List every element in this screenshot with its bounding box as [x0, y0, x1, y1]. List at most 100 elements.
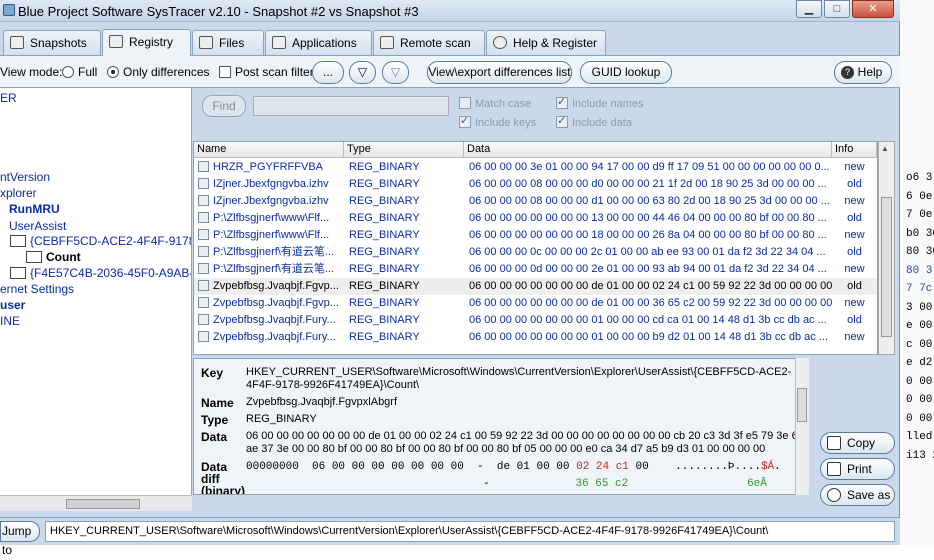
find-input[interactable] [253, 96, 449, 116]
tree-node[interactable]: {CEBFF5CD-ACE2-4F4F-9178-99 [10, 234, 191, 248]
table-row[interactable]: HRZR_PGYFRFFVBA REG_BINARY 06 00 00 00 3e … [194, 159, 877, 176]
column-type[interactable]: Type [344, 142, 464, 158]
table-row[interactable]: Zvpebfbsg.Jvaqbjf.Fgvp... REG_BINARY 06 00… [194, 278, 877, 295]
detail-vertical-scrollbar[interactable] [795, 358, 809, 495]
table-vertical-scrollbar[interactable]: ▲ [878, 141, 895, 355]
minimize-button[interactable]: ▁ [796, 0, 822, 18]
copy-icon [827, 436, 841, 450]
tree-node[interactable]: UserAssist [9, 219, 66, 233]
background-text-line: b0 30. [906, 227, 934, 240]
include-keys-checkbox[interactable] [459, 114, 471, 128]
background-text-line: 0 00 0 [906, 394, 934, 406]
include-keys-option[interactable]: Include keys [459, 114, 536, 129]
cell-data: 06 00 00 00 00 00 00 00 de 01 00 00 02 2… [469, 280, 832, 292]
tree-node[interactable]: ernet Settings [0, 282, 74, 296]
background-text-line: lled [906, 431, 933, 443]
table-row[interactable]: Zvpebfbsg.Jvaqbjf.Fgvp... REG_BINARY 06 00… [194, 295, 877, 312]
cell-name: IZjner.Jbexfgngvba.izhv [194, 193, 344, 210]
tree-node[interactable]: user [0, 298, 25, 312]
cell-type: REG_BINARY [349, 297, 420, 309]
view-mode-only-differences[interactable]: Only differences [107, 56, 210, 88]
tab-help-register[interactable]: Help & Register [486, 30, 606, 55]
folder-icon [10, 267, 26, 279]
tab-files[interactable]: Files [192, 30, 264, 55]
save-as-button[interactable]: Save as [820, 484, 895, 506]
cell-type: REG_BINARY [349, 246, 420, 258]
copy-button[interactable]: Copy [820, 432, 895, 454]
jump-to-button[interactable]: Jump to [0, 521, 40, 557]
include-data-checkbox[interactable] [556, 114, 568, 128]
include-data-option[interactable]: Include data [556, 114, 632, 129]
table-row[interactable]: P:\Zlfbsgjnerf\www\Flf... REG_BINARY 06 00… [194, 227, 877, 244]
tree-node[interactable]: ntVersion [0, 170, 50, 184]
view-mode-full[interactable]: Full [62, 56, 97, 88]
registry-value-icon [198, 195, 209, 206]
guid-lookup-button[interactable]: GUID lookup [580, 61, 672, 84]
print-button[interactable]: Print [820, 458, 895, 480]
registry-values-table: Name Type Data Info HRZR_PGYFRFFVBA REG_B… [193, 141, 878, 355]
help-button[interactable]: ? Help [834, 61, 892, 84]
detail-scroll-thumb[interactable] [797, 388, 807, 422]
tree-node[interactable]: INE [0, 314, 20, 328]
data-label: Data [201, 430, 228, 444]
post-scan-filter-checkbox[interactable] [219, 66, 231, 78]
table-row[interactable]: IZjner.Jbexfgngvba.izhv REG_BINARY 06 00 0… [194, 176, 877, 193]
include-names-checkbox[interactable] [556, 95, 568, 109]
tree-scroll-thumb[interactable] [66, 499, 140, 509]
include-names-option[interactable]: Include names [556, 95, 644, 110]
registry-tree[interactable]: ER ntVersion xplorer RunMRU UserAssist {CEBFF… [0, 88, 192, 495]
column-info[interactable]: Info [832, 142, 877, 158]
find-button[interactable]: Find [202, 95, 246, 117]
background-text-line: 6 0e 0 [906, 190, 934, 203]
background-text-line: 7 0e 0 [906, 209, 934, 221]
cell-name: Zvpebfbsg.Jvaqbjf.Fury... [194, 329, 344, 346]
table-row[interactable]: P:\Zlfbsgjnerf\www\Flf... REG_BINARY 06 00… [194, 210, 877, 227]
table-row[interactable]: IZjner.Jbexfgngvba.izhv REG_BINARY 06 00 0… [194, 193, 877, 210]
status-bar: Jump to HKEY_CURRENT_USER\Software\Micro… [0, 517, 900, 557]
table-row[interactable]: P:\Zlfbsgjnerf\有道云笔... REG_BINARY 06 00 00… [194, 244, 877, 261]
tree-node-label: INE [0, 314, 21, 328]
table-row[interactable]: P:\Zlfbsgjnerf\有道云笔... REG_BINARY 06 00 00… [194, 261, 877, 278]
cell-data: 06 00 00 00 00 00 00 00 de 01 00 00 36 6… [469, 297, 832, 309]
post-scan-filter[interactable]: Post scan filter [219, 56, 314, 88]
tab-registry[interactable]: Registry [102, 29, 191, 56]
match-case-checkbox[interactable] [459, 97, 471, 109]
only-differences-radio[interactable] [107, 66, 119, 78]
close-button[interactable]: ✕ [852, 0, 894, 18]
printer-icon [827, 462, 841, 476]
maximize-button[interactable]: □ [824, 0, 850, 18]
tree-node[interactable]: {F4E57C4B-2036-45F0-A9AB-44 [10, 266, 191, 280]
cell-data: 06 00 00 00 0c 00 00 00 2c 01 00 00 ab e… [469, 246, 826, 258]
filter-button[interactable]: ▽ [349, 61, 376, 84]
jump-path-field[interactable]: HKEY_CURRENT_USER\Software\Microsoft\Win… [45, 521, 895, 542]
clear-filter-button[interactable]: ▽ [382, 61, 409, 84]
tree-node[interactable]: ER [0, 91, 17, 105]
column-data[interactable]: Data [464, 142, 832, 158]
scroll-up-icon[interactable]: ▲ [881, 144, 889, 153]
cell-info: old [847, 246, 862, 258]
filter-options-button[interactable]: ... [312, 61, 344, 84]
type-value: REG_BINARY [246, 413, 317, 425]
table-row[interactable]: Zvpebfbsg.Jvaqbjf.Fury... REG_BINARY 06 00… [194, 329, 877, 346]
remote-scan-icon [380, 36, 394, 49]
type-label: Type [201, 413, 229, 427]
tree-node[interactable]: RunMRU [9, 202, 60, 216]
cell-name: P:\Zlfbsgjnerf\有道云笔... [194, 244, 344, 261]
match-case-option[interactable]: Match case [459, 97, 531, 110]
tab-snapshots[interactable]: Snapshots [3, 30, 101, 55]
table-row[interactable]: Zvpebfbsg.Jvaqbjf.Fury... REG_BINARY 06 00… [194, 312, 877, 329]
cell-name: Zvpebfbsg.Jvaqbjf.Fgvp... [194, 295, 344, 312]
view-export-differences-button[interactable]: View\export differences list [427, 61, 572, 84]
tree-node[interactable]: xplorer [0, 186, 37, 200]
table-scroll-thumb[interactable] [881, 197, 892, 337]
toolbar: View mode: Full Only differences Post sc… [0, 55, 900, 88]
tab-remote-scan[interactable]: Remote scan [373, 30, 485, 55]
tab-applications[interactable]: Applications [265, 30, 372, 55]
tree-node[interactable]: Count [26, 250, 81, 264]
app-icon [3, 4, 15, 16]
column-name[interactable]: Name [194, 142, 344, 158]
key-value-line-2: 4F4F-9178-9926F41749EA}\Count\ [246, 379, 420, 391]
full-radio[interactable] [62, 66, 74, 78]
tree-horizontal-scrollbar[interactable] [0, 495, 192, 511]
data-value-line-1: 06 00 00 00 00 00 00 00 de 01 00 00 02 2… [246, 430, 804, 442]
